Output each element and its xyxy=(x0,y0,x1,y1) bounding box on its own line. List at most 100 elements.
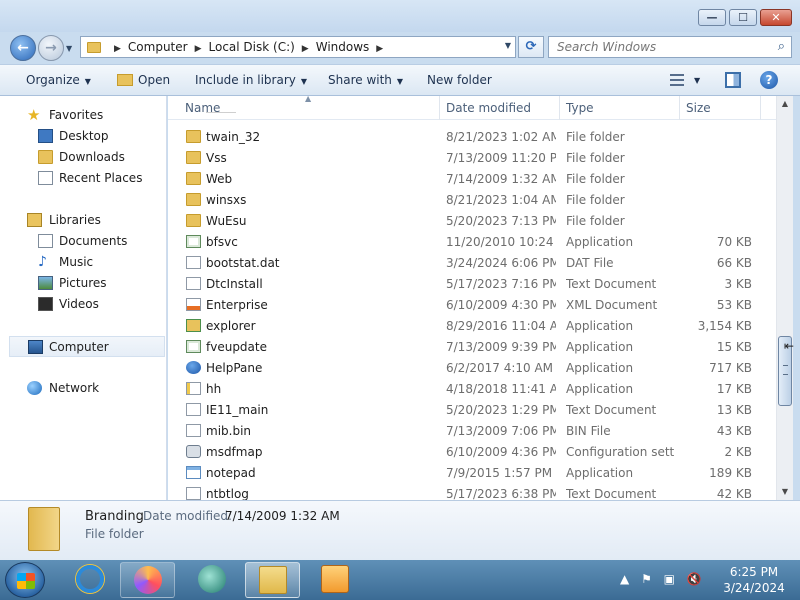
close-button[interactable]: ✕ xyxy=(760,9,792,26)
file-row[interactable]: explorer 8/29/2016 11:04 AM Application 3,1… xyxy=(168,315,776,336)
column-divider[interactable] xyxy=(679,96,680,120)
organize-button[interactable]: Organize ▼ xyxy=(26,73,91,87)
new-folder-button[interactable]: New folder xyxy=(427,73,492,87)
recent-pages-dropdown-icon[interactable]: ▼ xyxy=(66,44,72,53)
clock[interactable]: 6:25 PM 3/24/2024 xyxy=(712,564,796,596)
navigation-pane: ★ Favorites Desktop Downloads Recent Pla… xyxy=(0,96,167,500)
breadcrumb-local-disk[interactable]: Local Disk (C:) xyxy=(209,40,295,54)
file-row[interactable]: hh 4/18/2018 11:41 AM Application 17 KB xyxy=(168,378,776,399)
column-header-size[interactable]: Size xyxy=(686,101,711,115)
file-row[interactable]: bootstat.dat 3/24/2024 6:06 PM DAT File 66 … xyxy=(168,252,776,273)
column-divider[interactable] xyxy=(559,96,560,120)
taskbar-firefox[interactable] xyxy=(120,562,175,598)
include-in-library-button[interactable]: Include in library ▼ xyxy=(195,73,307,87)
minimize-button[interactable]: — xyxy=(698,9,726,26)
computer-icon xyxy=(28,340,43,354)
sidebar-item-desktop[interactable]: Desktop xyxy=(0,126,166,147)
sidebar-item-videos[interactable]: Videos xyxy=(0,294,166,315)
sidebar-item-recent-places[interactable]: Recent Places xyxy=(0,168,166,189)
sidebar-item-label: Network xyxy=(49,381,100,395)
breadcrumb-separator-icon[interactable]: ▶ xyxy=(114,44,121,54)
file-size: 3 KB xyxy=(724,277,752,291)
details-pane: Branding Date modified: 7/14/2009 1:32 A… xyxy=(0,500,800,560)
file-name: WuEsu xyxy=(206,214,247,228)
file-row[interactable]: notepad 7/9/2015 1:57 PM Application 189 KB xyxy=(168,462,776,483)
file-row[interactable]: winsxs 8/21/2023 1:04 AM File folder xyxy=(168,189,776,210)
search-icon[interactable]: ⌕ xyxy=(778,39,785,54)
taskbar-media-player[interactable] xyxy=(308,562,363,598)
vertical-scrollbar[interactable]: ▲ ▼ xyxy=(776,96,793,500)
sidebar-item-libraries[interactable]: Libraries xyxy=(0,210,166,231)
help-icon[interactable]: ? xyxy=(760,71,778,89)
file-size: 717 KB xyxy=(709,361,752,375)
back-button[interactable]: ← xyxy=(10,35,36,61)
file-row[interactable]: Enterprise 6/10/2009 4:30 PM XML Document 5… xyxy=(168,294,776,315)
taskbar-internet-explorer[interactable] xyxy=(63,562,118,598)
file-row[interactable]: Vss 7/13/2009 11:20 PM File folder xyxy=(168,147,776,168)
address-bar[interactable]: ▶ Computer ▶ Local Disk (C:) ▶ Windows ▶ ▼ xyxy=(80,36,516,58)
open-button[interactable]: Open xyxy=(117,73,170,87)
sidebar-item-downloads[interactable]: Downloads xyxy=(0,147,166,168)
file-row[interactable]: bfsvc 11/20/2010 10:24 ... Application 70 K… xyxy=(168,231,776,252)
column-header-date-modified[interactable]: Date modified xyxy=(446,101,531,115)
breadcrumb-separator-icon[interactable]: ▶ xyxy=(302,44,309,54)
file-row[interactable]: mib.bin 7/13/2009 7:06 PM BIN File 43 KB xyxy=(168,420,776,441)
file-row[interactable]: fveupdate 7/13/2009 9:39 PM Application 15 … xyxy=(168,336,776,357)
file-row[interactable]: Web 7/14/2009 1:32 AM File folder xyxy=(168,168,776,189)
action-center-flag-icon[interactable]: ⚑ xyxy=(641,572,652,586)
search-box[interactable]: ⌕ xyxy=(548,36,792,58)
share-with-button[interactable]: Share with ▼ xyxy=(328,73,403,87)
show-hidden-icons-icon[interactable]: ▲ xyxy=(620,572,629,586)
search-input[interactable] xyxy=(557,37,767,57)
breadcrumb-windows[interactable]: Windows xyxy=(316,40,370,54)
include-in-library-label: Include in library xyxy=(195,73,296,87)
new-folder-label: New folder xyxy=(427,73,492,87)
scroll-down-arrow-icon[interactable]: ▼ xyxy=(777,484,793,500)
file-size: 66 KB xyxy=(716,256,752,270)
sidebar-item-computer[interactable]: Computer xyxy=(9,336,165,357)
breadcrumb-separator-icon[interactable]: ▶ xyxy=(376,44,383,54)
file-size: 70 KB xyxy=(716,235,752,249)
sidebar-item-music[interactable]: ♪ Music xyxy=(0,252,166,273)
network-status-icon[interactable]: ▣ xyxy=(664,572,675,586)
preview-pane-icon[interactable] xyxy=(725,72,741,88)
change-view-icon[interactable] xyxy=(670,74,684,86)
column-divider[interactable] xyxy=(439,96,440,120)
start-button[interactable] xyxy=(5,562,45,598)
file-type: Configuration sett... xyxy=(566,445,674,459)
file-row[interactable]: DtcInstall 5/17/2023 7:16 PM Text Document… xyxy=(168,273,776,294)
file-row[interactable]: HelpPane 6/2/2017 4:10 AM Application 717 K… xyxy=(168,357,776,378)
sidebar-item-documents[interactable]: Documents xyxy=(0,231,166,252)
back-arrow-icon: ← xyxy=(17,40,29,56)
breadcrumb-separator-icon[interactable]: ▶ xyxy=(195,44,202,54)
file-type: Text Document xyxy=(566,403,657,417)
file-list: ▲ Name Date modified Type Size twain_32 8… xyxy=(168,96,776,500)
file-size: 42 KB xyxy=(716,487,752,500)
clock-date: 3/24/2024 xyxy=(723,581,785,595)
column-header-type[interactable]: Type xyxy=(566,101,594,115)
column-divider[interactable] xyxy=(760,96,761,120)
help-icon xyxy=(186,361,201,374)
refresh-button[interactable]: ⟳ xyxy=(518,36,544,58)
file-date-modified: 3/24/2024 6:06 PM xyxy=(446,256,556,270)
file-row[interactable]: twain_32 8/21/2023 1:02 AM File folder xyxy=(168,126,776,147)
sidebar-item-pictures[interactable]: Pictures xyxy=(0,273,166,294)
title-bar[interactable]: — ☐ ✕ xyxy=(0,0,800,32)
explorer-window: — ☐ ✕ ← → ▼ ▶ Computer ▶ Local Disk (C:) ▶ Wi… xyxy=(0,0,800,560)
view-options-dropdown-icon[interactable]: ▼ xyxy=(694,76,700,85)
file-row[interactable]: WuEsu 5/20/2023 7:13 PM File folder xyxy=(168,210,776,231)
maximize-button[interactable]: ☐ xyxy=(729,9,757,26)
forward-button[interactable]: → xyxy=(38,35,64,61)
file-row[interactable]: msdfmap 6/10/2009 4:36 PM Configuration se… xyxy=(168,441,776,462)
file-row[interactable]: IE11_main 5/20/2023 1:29 PM Text Document 1… xyxy=(168,399,776,420)
taskbar-app[interactable] xyxy=(185,562,240,598)
taskbar-windows-explorer[interactable] xyxy=(245,562,300,598)
address-dropdown-icon[interactable]: ▼ xyxy=(505,41,511,50)
volume-muted-icon[interactable]: 🔇 xyxy=(687,572,702,586)
breadcrumb-computer[interactable]: Computer xyxy=(128,40,188,54)
scroll-up-arrow-icon[interactable]: ▲ xyxy=(777,96,793,112)
sidebar-item-network[interactable]: Network xyxy=(0,378,166,399)
file-row[interactable]: ntbtlog 5/17/2023 6:38 PM Text Document 42 … xyxy=(168,483,776,500)
sidebar-item-favorites[interactable]: ★ Favorites xyxy=(0,105,166,126)
file-date-modified: 6/10/2009 4:36 PM xyxy=(446,445,556,459)
